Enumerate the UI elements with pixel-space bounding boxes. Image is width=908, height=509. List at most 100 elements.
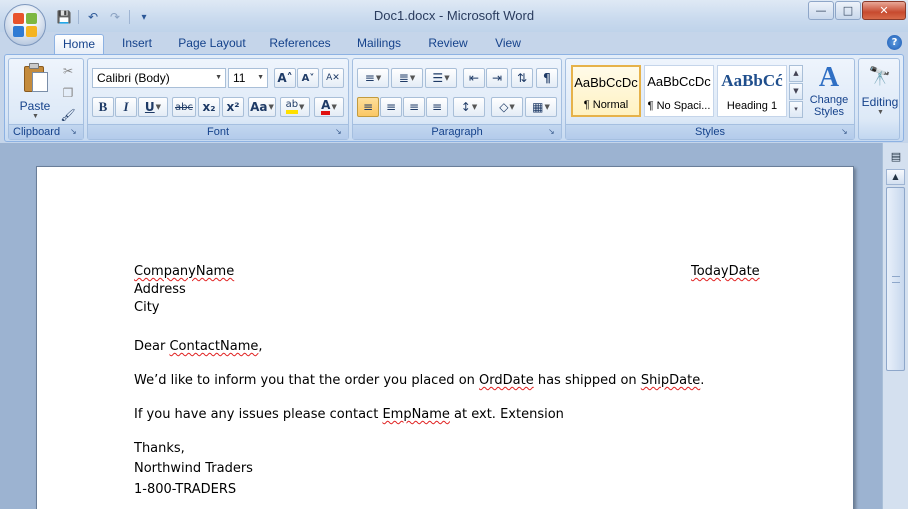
style-sample: AaBbCcDc xyxy=(647,74,711,89)
thanks-line: Thanks, xyxy=(134,441,185,456)
bullets-button[interactable]: ≡ ▼ xyxy=(357,68,389,88)
tab-references[interactable]: References xyxy=(262,34,338,54)
tab-view[interactable]: View xyxy=(486,34,530,54)
window-title: Doc1.docx - Microsoft Word xyxy=(373,8,535,23)
chevron-down-icon: ▼ xyxy=(409,74,416,82)
center-button[interactable]: ≡ xyxy=(380,97,402,117)
bold-button[interactable]: B xyxy=(92,97,114,117)
styles-gallery-scroll: ▲ ▼ ▾ xyxy=(789,65,803,118)
style-name: ¶ Normal xyxy=(583,99,629,111)
format-painter-icon[interactable]: 🖌 xyxy=(57,105,79,125)
font-name-value: Calibri (Body) xyxy=(97,71,170,85)
window-controls: — □ ✕ xyxy=(808,1,906,20)
salutation-line: Dear ContactName, xyxy=(134,339,263,354)
gallery-down-icon[interactable]: ▼ xyxy=(789,83,803,100)
increase-indent-button[interactable]: ⇥ xyxy=(486,68,508,88)
dialog-launcher-icon[interactable]: ↘ xyxy=(841,127,851,137)
show-marks-button[interactable]: ¶ xyxy=(536,68,558,88)
styles-group: AaBbCcDc ¶ Normal AaBbCcDc ¶ No Spaci...… xyxy=(565,58,855,140)
clipboard-group: Paste ▼ ✂ ❐ 🖌 Clipboard ↘ xyxy=(8,58,84,140)
tab-review[interactable]: Review xyxy=(420,34,476,54)
style-name: Heading 1 xyxy=(726,100,778,112)
address-line: Address xyxy=(134,282,186,297)
style-name: ¶ No Spaci... xyxy=(647,100,711,112)
justify-button[interactable]: ≡ xyxy=(426,97,448,117)
change-case-button[interactable]: Aa ▼ xyxy=(248,97,276,117)
font-size-value: 11 xyxy=(233,71,246,85)
align-left-button[interactable]: ≡ xyxy=(357,97,379,117)
borders-button[interactable]: ▦ ▼ xyxy=(525,97,557,117)
strikethrough-button[interactable]: abc xyxy=(172,97,196,117)
chevron-down-icon: ▼ xyxy=(877,109,884,116)
chevron-down-icon: ▼ xyxy=(299,103,305,111)
chevron-down-icon: ▼ xyxy=(509,103,515,111)
chevron-down-icon: ▼ xyxy=(375,74,382,82)
chevron-down-icon: ▼ xyxy=(471,103,478,111)
numbering-button[interactable]: ≣ ▼ xyxy=(391,68,423,88)
dialog-launcher-icon[interactable]: ↘ xyxy=(70,127,80,137)
font-size-select[interactable]: 11 ▼ xyxy=(228,68,268,88)
decrease-indent-button[interactable]: ⇤ xyxy=(463,68,485,88)
align-right-button[interactable]: ≡ xyxy=(403,97,425,117)
paragraph-group: ≡ ▼ ≣ ▼ ☰ ▼ ⇤ ⇥ ⇅ ¶ ≡ ≡ ≡ ≡ ↕ ▼ ◇ ▼ ▦ ▼ Paragr… xyxy=(352,58,562,140)
tab-page-layout[interactable]: Page Layout xyxy=(172,34,252,54)
scroll-thumb[interactable] xyxy=(886,187,905,371)
maximize-button[interactable]: □ xyxy=(835,1,861,20)
tab-home[interactable]: Home xyxy=(54,34,104,54)
change-styles-button[interactable]: A Change Styles xyxy=(806,62,852,118)
font-color-label: A xyxy=(321,99,331,115)
style-no-spacing[interactable]: AaBbCcDc ¶ No Spaci... xyxy=(644,65,714,117)
style-heading-1[interactable]: AaBbCć Heading 1 xyxy=(717,65,787,117)
tab-mailings[interactable]: Mailings xyxy=(348,34,410,54)
change-styles-label: Change Styles xyxy=(809,94,849,118)
superscript-button[interactable]: x² xyxy=(222,97,244,117)
highlight-button[interactable]: ab ▼ xyxy=(280,97,310,117)
style-normal[interactable]: AaBbCcDc ¶ Normal xyxy=(571,65,641,117)
scroll-up-button[interactable]: ▲ xyxy=(886,169,905,185)
shipping-notice-line: We’d like to inform you that the order y… xyxy=(134,373,705,388)
highlight-label: ab xyxy=(285,100,299,114)
subscript-button[interactable]: x₂ xyxy=(198,97,220,117)
change-case-label: Aa xyxy=(250,100,268,114)
editing-group: 🔭 Editing ▼ xyxy=(858,58,900,140)
close-button[interactable]: ✕ xyxy=(862,1,906,20)
chevron-down-icon: ▼ xyxy=(257,74,264,81)
font-group-label: Font xyxy=(88,124,348,139)
tab-insert[interactable]: Insert xyxy=(112,34,162,54)
multilevel-list-icon: ☰ xyxy=(432,71,444,85)
font-color-button[interactable]: A ▼ xyxy=(314,97,344,117)
font-name-select[interactable]: Calibri (Body) ▼ xyxy=(92,68,226,88)
sort-button[interactable]: ⇅ xyxy=(511,68,533,88)
gallery-up-icon[interactable]: ▲ xyxy=(789,65,803,82)
font-group: Calibri (Body) ▼ 11 ▼ A˄ A˅ A✕ B I U ▼ ab… xyxy=(87,58,349,140)
clear-formatting-button[interactable]: A✕ xyxy=(322,68,344,88)
italic-button[interactable]: I xyxy=(115,97,137,117)
underline-button[interactable]: U ▼ xyxy=(138,97,168,117)
paste-label: Paste xyxy=(19,99,51,113)
paste-button[interactable]: Paste ▼ xyxy=(15,62,55,120)
dialog-launcher-icon[interactable]: ↘ xyxy=(335,127,345,137)
vertical-scrollbar[interactable]: ▤ ▲ xyxy=(882,143,908,509)
help-icon[interactable]: ? xyxy=(887,35,902,50)
line-spacing-button[interactable]: ↕ ▼ xyxy=(453,97,485,117)
binoculars-icon: 🔭 xyxy=(868,66,892,86)
minimize-button[interactable]: — xyxy=(808,1,834,20)
view-ruler-icon[interactable]: ▤ xyxy=(888,149,904,165)
shrink-font-button[interactable]: A˅ xyxy=(297,68,319,88)
editing-button[interactable]: 🔭 Editing ▼ xyxy=(859,63,901,116)
dialog-launcher-icon[interactable]: ↘ xyxy=(548,127,558,137)
chevron-down-icon: ▼ xyxy=(268,103,274,111)
phone-line: 1-800-TRADERS xyxy=(134,482,237,497)
multilevel-list-button[interactable]: ☰ ▼ xyxy=(425,68,457,88)
grow-font-button[interactable]: A˄ xyxy=(274,68,296,88)
gallery-more-icon[interactable]: ▾ xyxy=(789,101,803,118)
style-sample: AaBbCć xyxy=(721,71,783,90)
today-date-field: TodayDate xyxy=(691,264,760,279)
shading-button[interactable]: ◇ ▼ xyxy=(491,97,523,117)
document-area: CompanyName TodayDate Address City Dear … xyxy=(0,143,882,509)
document-page[interactable]: CompanyName TodayDate Address City Dear … xyxy=(36,166,854,509)
office-button[interactable] xyxy=(4,4,46,46)
copy-icon[interactable]: ❐ xyxy=(57,83,79,103)
cut-icon[interactable]: ✂ xyxy=(57,61,79,81)
style-sample: AaBbCcDc xyxy=(574,75,638,90)
